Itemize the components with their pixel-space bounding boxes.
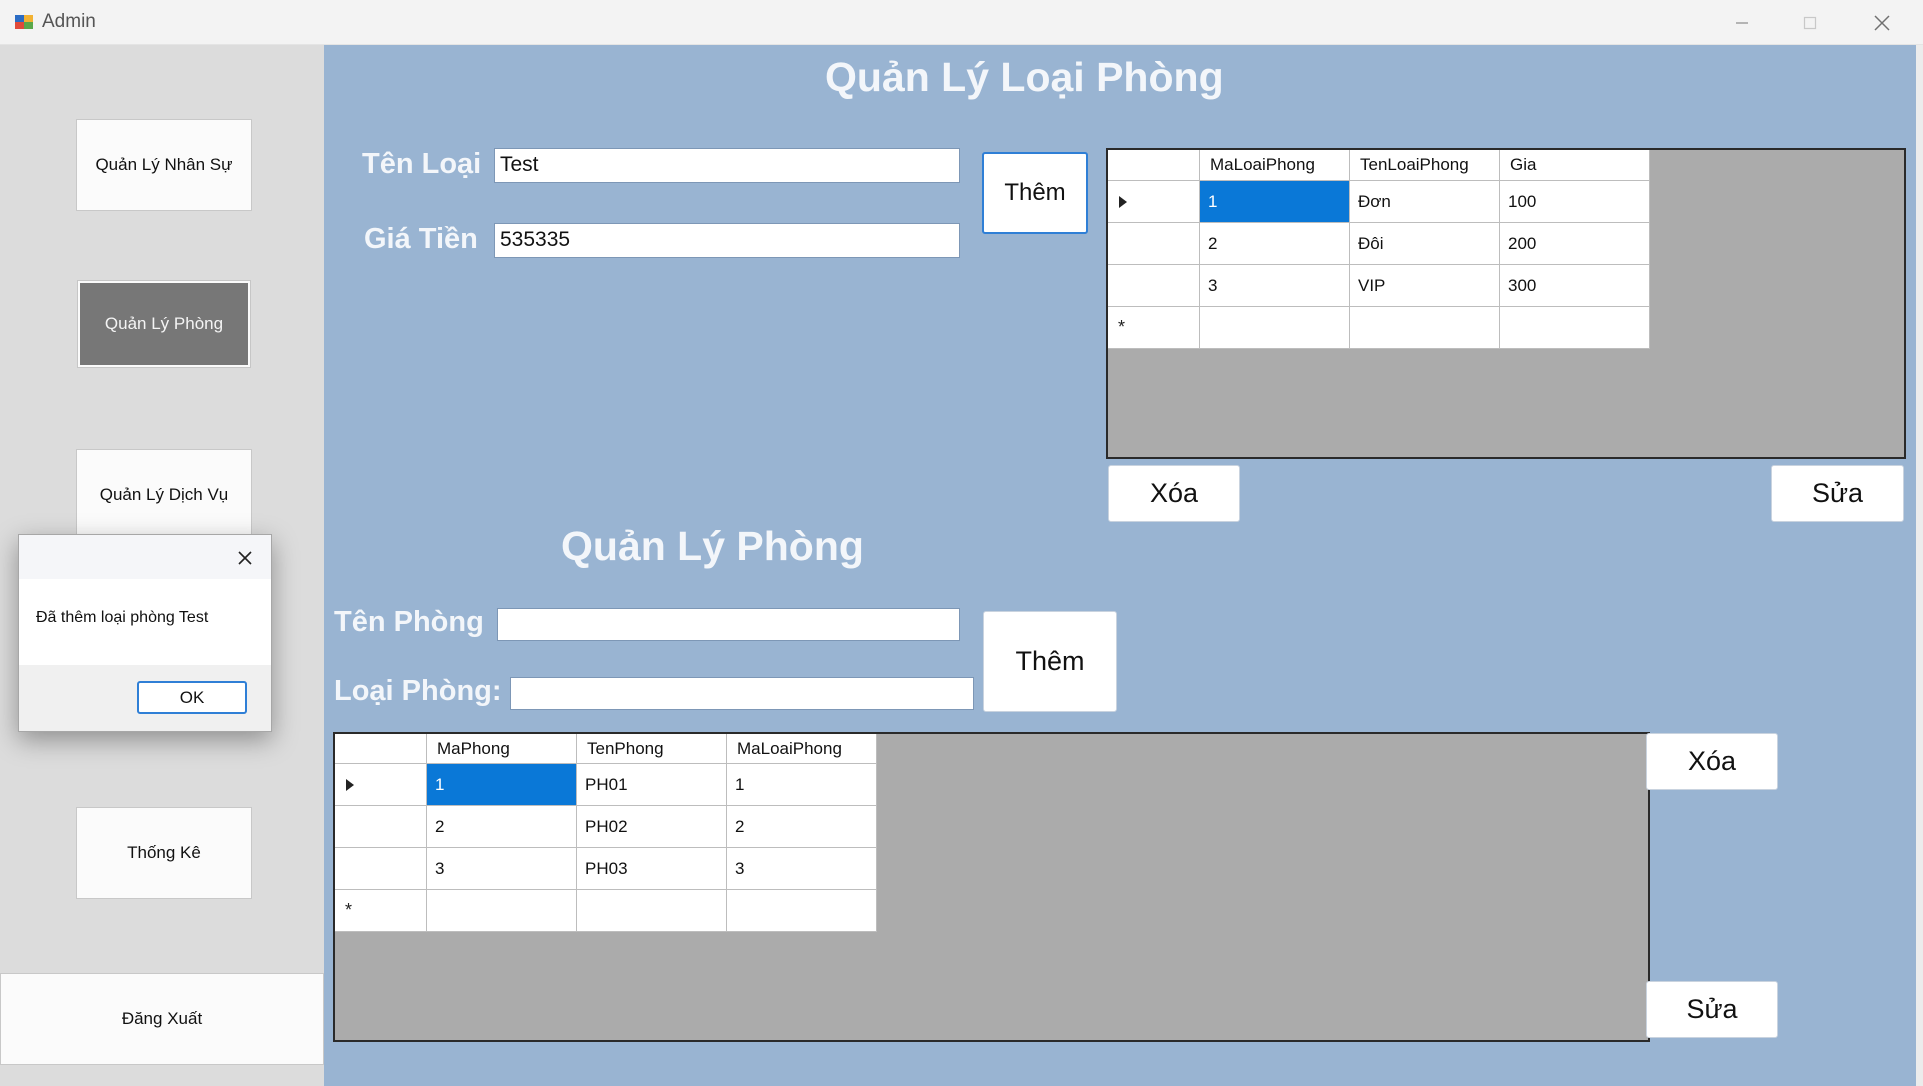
- table-cell[interactable]: [727, 890, 877, 932]
- grid-corner-header: [1108, 150, 1200, 181]
- window-title-bar: Admin: [0, 0, 1923, 45]
- grid-corner-header: [335, 734, 427, 764]
- column-header[interactable]: MaPhong: [427, 734, 577, 764]
- table-cell[interactable]: Đôi: [1350, 223, 1500, 265]
- close-icon: [1874, 14, 1890, 31]
- table-cell[interactable]: 1: [1200, 181, 1350, 223]
- table-cell[interactable]: 100: [1500, 181, 1650, 223]
- sidebar-item-label: Quản Lý Phòng: [104, 314, 224, 333]
- delete-room-type-button[interactable]: Xóa: [1108, 465, 1240, 522]
- dialog-title-bar: [19, 535, 271, 579]
- table-cell[interactable]: [1200, 307, 1350, 349]
- table-cell[interactable]: PH02: [577, 806, 727, 848]
- close-icon: [238, 551, 252, 565]
- window-right-edge: [1916, 45, 1923, 1086]
- new-row-header[interactable]: *: [1108, 307, 1200, 349]
- row-header[interactable]: [335, 806, 427, 848]
- current-row-indicator-icon: [1119, 195, 1127, 208]
- logout-button[interactable]: Đăng Xuất: [0, 973, 324, 1065]
- table-cell[interactable]: 3: [427, 848, 577, 890]
- sidebar-item-staff[interactable]: Quản Lý Nhân Sự: [76, 119, 252, 211]
- sidebar-item-label: Quản Lý Dịch Vụ: [99, 485, 229, 504]
- close-window-button[interactable]: [1848, 0, 1916, 45]
- table-cell[interactable]: Đơn: [1350, 181, 1500, 223]
- row-header[interactable]: [1108, 181, 1200, 223]
- table-cell[interactable]: 2: [727, 806, 877, 848]
- table-cell[interactable]: 300: [1500, 265, 1650, 307]
- table-cell[interactable]: VIP: [1350, 265, 1500, 307]
- room-heading: Quản Lý Phòng: [561, 523, 864, 569]
- room-type-select-field[interactable]: [510, 677, 974, 710]
- sidebar-item-label: Thống Kê: [127, 843, 201, 862]
- room-grid[interactable]: MaPhong TenPhong MaLoaiPhong 1 PH01 1 2 …: [333, 732, 1650, 1042]
- table-cell[interactable]: 1: [727, 764, 877, 806]
- room-type-price-field[interactable]: 535335: [494, 223, 960, 258]
- main-panel: Quản Lý Loại Phòng Tên Loại Test Giá Tiề…: [324, 45, 1916, 1086]
- table-cell[interactable]: 3: [1200, 265, 1350, 307]
- room-type-heading: Quản Lý Loại Phòng: [825, 54, 1224, 100]
- table-cell[interactable]: 3: [727, 848, 877, 890]
- room-type-select-label: Loại Phòng:: [334, 675, 502, 707]
- table-cell[interactable]: PH01: [577, 764, 727, 806]
- current-row-indicator-icon: [346, 778, 354, 791]
- add-room-type-button[interactable]: Thêm: [982, 152, 1088, 234]
- room-name-label: Tên Phòng: [334, 606, 484, 638]
- column-header[interactable]: TenPhong: [577, 734, 727, 764]
- dialog-body: Đã thêm loại phòng Test: [19, 579, 271, 665]
- sidebar-item-label: Quản Lý Nhân Sự: [95, 155, 233, 174]
- dialog-ok-button[interactable]: OK: [137, 681, 247, 714]
- table-cell[interactable]: PH03: [577, 848, 727, 890]
- add-room-button[interactable]: Thêm: [983, 611, 1117, 712]
- column-header[interactable]: Gia: [1500, 150, 1650, 181]
- window-title: Admin: [42, 11, 96, 32]
- minimize-icon: [1736, 21, 1748, 24]
- maximize-button[interactable]: [1776, 0, 1844, 45]
- new-row-icon: *: [1118, 317, 1126, 337]
- table-cell[interactable]: 200: [1500, 223, 1650, 265]
- app-icon: [14, 12, 34, 32]
- column-header[interactable]: MaLoaiPhong: [1200, 150, 1350, 181]
- room-name-field[interactable]: [497, 608, 960, 641]
- column-header[interactable]: TenLoaiPhong: [1350, 150, 1500, 181]
- minimize-button[interactable]: [1708, 0, 1776, 45]
- table-cell[interactable]: 1: [427, 764, 577, 806]
- dialog-close-button[interactable]: [231, 545, 259, 571]
- delete-room-button[interactable]: Xóa: [1646, 733, 1778, 790]
- sidebar-item-rooms[interactable]: Quản Lý Phòng: [77, 280, 251, 368]
- edit-room-button[interactable]: Sửa: [1646, 981, 1778, 1038]
- sidebar-item-statistics[interactable]: Thống Kê: [76, 807, 252, 899]
- message-dialog: Đã thêm loại phòng Test OK: [18, 534, 272, 732]
- column-header[interactable]: MaLoaiPhong: [727, 734, 877, 764]
- table-cell[interactable]: 2: [1200, 223, 1350, 265]
- row-header[interactable]: [335, 764, 427, 806]
- table-cell[interactable]: [577, 890, 727, 932]
- room-type-name-label: Tên Loại: [362, 148, 482, 180]
- room-type-name-field[interactable]: Test: [494, 148, 960, 183]
- new-row-icon: *: [345, 900, 353, 920]
- table-cell[interactable]: [1350, 307, 1500, 349]
- sidebar-item-services[interactable]: Quản Lý Dịch Vụ: [76, 449, 252, 541]
- table-cell[interactable]: 2: [427, 806, 577, 848]
- dialog-message: Đã thêm loại phòng Test: [36, 609, 209, 626]
- dialog-button-bar: OK: [19, 665, 271, 731]
- table-cell[interactable]: [427, 890, 577, 932]
- new-row-header[interactable]: *: [335, 890, 427, 932]
- maximize-icon: [1803, 16, 1817, 29]
- logout-label: Đăng Xuất: [121, 1009, 203, 1028]
- table-cell[interactable]: [1500, 307, 1650, 349]
- row-header[interactable]: [335, 848, 427, 890]
- edit-room-type-button[interactable]: Sửa: [1771, 465, 1904, 522]
- room-type-grid[interactable]: MaLoaiPhong TenLoaiPhong Gia 1 Đơn 100 2…: [1106, 148, 1906, 459]
- row-header[interactable]: [1108, 223, 1200, 265]
- room-type-price-label: Giá Tiền: [364, 223, 478, 255]
- row-header[interactable]: [1108, 265, 1200, 307]
